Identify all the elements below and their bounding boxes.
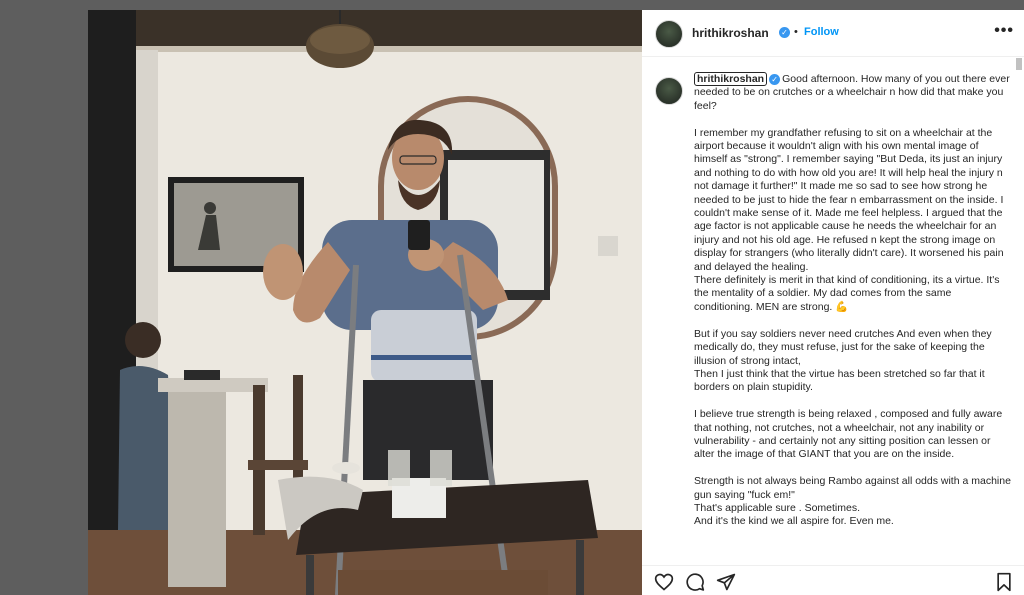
post-header: hrithikroshan ✓ • Follow ••• bbox=[642, 10, 1024, 57]
verified-badge-icon: ✓ bbox=[779, 27, 790, 38]
caption-paragraph: hrithikroshan ✓ Good afternoon. How many o… bbox=[694, 72, 1012, 113]
post-side-panel: hrithikroshan ✓ • Follow ••• hrithikrosh… bbox=[642, 10, 1024, 595]
caption-scrollbar[interactable] bbox=[1016, 58, 1022, 563]
verified-badge-icon: ✓ bbox=[769, 73, 781, 85]
caption-paragraph: I remember my grandfather refusing to si… bbox=[694, 126, 1004, 313]
post-photo bbox=[88, 10, 642, 595]
share-icon[interactable] bbox=[716, 572, 736, 592]
header-username[interactable]: hrithikroshan bbox=[692, 26, 769, 40]
more-options-icon[interactable]: ••• bbox=[994, 22, 1014, 40]
caption-paragraph: Strength is not always being Rambo again… bbox=[694, 475, 1011, 528]
bookmark-icon[interactable] bbox=[994, 572, 1014, 592]
header-separator: • bbox=[794, 26, 798, 38]
caption-text: hrithikroshan ✓ Good afternoon. How many o… bbox=[694, 72, 1012, 542]
caption-username[interactable]: hrithikroshan bbox=[694, 72, 768, 86]
caption-area: hrithikroshan ✓ Good afternoon. How many o… bbox=[642, 65, 1012, 565]
post-photo-illustration bbox=[88, 10, 642, 595]
caption-paragraph: But if you say soldiers never need crutc… bbox=[694, 327, 992, 394]
caption-avatar[interactable] bbox=[655, 77, 683, 105]
follow-button[interactable]: Follow bbox=[804, 26, 839, 38]
avatar[interactable] bbox=[655, 20, 683, 48]
caption-paragraph: I believe true strength is being relaxed… bbox=[694, 408, 1003, 461]
heart-icon[interactable] bbox=[654, 572, 674, 592]
comment-icon[interactable] bbox=[685, 572, 705, 592]
scrollbar-thumb[interactable] bbox=[1016, 58, 1022, 70]
post-actions-bar bbox=[642, 565, 1024, 595]
